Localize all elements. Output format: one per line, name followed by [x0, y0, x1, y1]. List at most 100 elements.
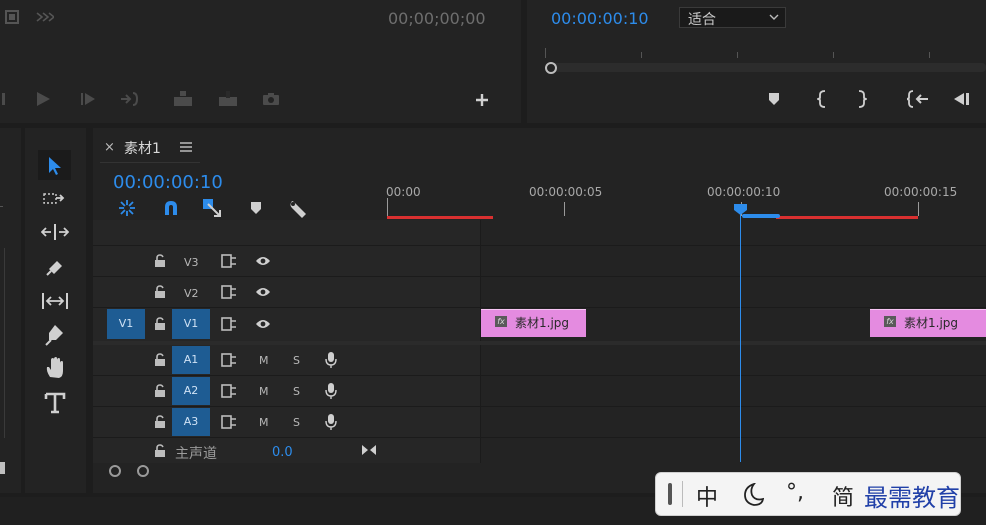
linked-selection-icon[interactable] [202, 198, 222, 218]
mic-icon[interactable] [325, 413, 337, 431]
scroll-handle-right[interactable] [137, 465, 149, 477]
track-target-v1[interactable]: V1 [172, 309, 210, 339]
sync-lock-icon[interactable] [221, 317, 237, 331]
lock-icon[interactable] [154, 317, 166, 331]
step-back-icon[interactable] [0, 92, 8, 106]
program-timecode[interactable]: 00:00:00:10 [551, 9, 649, 28]
ruler-label-3: 00:00:00:15 [884, 185, 958, 199]
lock-icon[interactable] [154, 353, 166, 367]
selection-tool-button[interactable] [38, 150, 71, 180]
track-v3-label: V3 [184, 256, 199, 269]
ime-mode[interactable]: 中 [696, 480, 718, 512]
track-v2[interactable]: V2 [93, 277, 986, 308]
solo-button[interactable]: S [293, 354, 300, 367]
add-marker-icon[interactable] [250, 201, 262, 215]
nest-icon[interactable] [118, 199, 136, 217]
track-target-a3[interactable]: A3 [172, 408, 210, 436]
track-select-icon[interactable] [43, 191, 67, 207]
clip-2[interactable]: fx 素材1.jpg [870, 309, 986, 337]
camera-icon[interactable] [262, 92, 280, 106]
ruler-label-1: 00:00:00:05 [529, 185, 603, 199]
clip-1[interactable]: fx 素材1.jpg [481, 309, 586, 337]
mark-out-icon[interactable] [857, 90, 867, 108]
pen-icon[interactable] [45, 324, 65, 346]
play-icon[interactable] [35, 91, 51, 107]
sync-lock-icon[interactable] [221, 353, 237, 367]
mute-button[interactable]: M [259, 385, 269, 398]
step-forward-icon[interactable] [80, 92, 96, 106]
step-back-frame-icon[interactable] [952, 92, 970, 106]
ripple-edit-icon[interactable] [41, 223, 69, 241]
eye-icon[interactable] [255, 286, 271, 298]
zoom-select-value: 适合 [688, 12, 716, 28]
mute-button[interactable]: M [259, 416, 269, 429]
program-scrub-bar[interactable] [549, 63, 986, 72]
lock-icon[interactable] [154, 444, 166, 458]
eye-icon[interactable] [255, 255, 271, 267]
chevron-down-icon [769, 14, 779, 20]
go-to-end-icon[interactable] [361, 444, 377, 456]
add-button-icon[interactable] [475, 93, 489, 107]
lock-icon[interactable] [154, 285, 166, 299]
track-v3[interactable]: V3 [93, 246, 986, 277]
film-icon[interactable] [5, 10, 19, 24]
timeline-tab-close-icon[interactable]: × [104, 140, 115, 155]
track-a3[interactable]: A3 M S [93, 407, 986, 438]
slip-icon[interactable] [41, 292, 69, 310]
track-master[interactable]: 主声道 0.0 [93, 438, 986, 464]
program-ruler[interactable] [545, 44, 986, 60]
track-a2[interactable]: A2 M S [93, 376, 986, 407]
sync-lock-icon[interactable] [221, 384, 237, 398]
fx-badge: fx [495, 316, 507, 327]
moon-icon[interactable] [742, 483, 764, 507]
sync-lock-icon[interactable] [221, 254, 237, 268]
sync-lock-icon[interactable] [221, 415, 237, 429]
mute-button[interactable]: M [259, 354, 269, 367]
ime-simplified[interactable]: 简 [832, 480, 854, 512]
solo-button[interactable]: S [293, 416, 300, 429]
settings-arrows-icon[interactable] [36, 12, 54, 22]
overwrite-icon[interactable] [217, 91, 239, 107]
go-to-out-icon[interactable] [120, 92, 140, 106]
zoom-select[interactable]: 适合 [679, 7, 786, 28]
program-scrub-handle[interactable] [545, 62, 557, 74]
lock-icon[interactable] [154, 254, 166, 268]
marker-icon[interactable] [768, 92, 780, 106]
mic-icon[interactable] [325, 382, 337, 400]
clip-1-name: 素材1.jpg [515, 316, 570, 330]
magnet-icon[interactable] [163, 200, 179, 216]
timeline-timecode[interactable]: 00:00:00:10 [113, 172, 223, 193]
ime-drag-handle[interactable] [668, 483, 672, 505]
lock-icon[interactable] [154, 384, 166, 398]
mic-icon[interactable] [325, 351, 337, 369]
type-icon[interactable] [44, 392, 66, 414]
source-timecode[interactable]: 00;00;00;00 [388, 9, 486, 28]
insert-icon[interactable] [172, 91, 194, 107]
track-target-a2[interactable]: A2 [172, 377, 210, 405]
ime-punctuation[interactable]: °, [786, 480, 804, 505]
sync-lock-icon[interactable] [221, 285, 237, 299]
project-panel-edge [0, 128, 21, 493]
scroll-handle-left[interactable] [109, 465, 121, 477]
lock-icon[interactable] [154, 415, 166, 429]
mark-in-icon[interactable] [817, 90, 827, 108]
playhead-line[interactable] [740, 212, 741, 462]
solo-button[interactable]: S [293, 385, 300, 398]
in-out-range-1[interactable] [387, 216, 493, 219]
tab-menu-icon[interactable] [180, 142, 192, 152]
scroll-stub[interactable] [0, 462, 5, 474]
in-out-range-2[interactable] [776, 216, 918, 219]
wrench-icon[interactable] [288, 199, 308, 219]
timeline-tab-title[interactable]: 素材1 [124, 138, 161, 158]
master-volume[interactable]: 0.0 [272, 445, 293, 460]
track-a1[interactable]: A1 M S [93, 345, 986, 376]
eye-icon[interactable] [255, 318, 271, 330]
razor-icon[interactable] [45, 257, 65, 277]
source-patch-v1[interactable]: V1 [107, 309, 145, 339]
track-v1[interactable]: V1 V1 fx 素材1.jpg fx 素材1.jpg [93, 308, 986, 342]
master-label: 主声道 [175, 446, 217, 462]
playhead-handle[interactable] [733, 203, 748, 216]
go-to-in-icon[interactable] [907, 90, 929, 108]
track-target-a1[interactable]: A1 [172, 346, 210, 374]
hand-icon[interactable] [44, 357, 66, 379]
